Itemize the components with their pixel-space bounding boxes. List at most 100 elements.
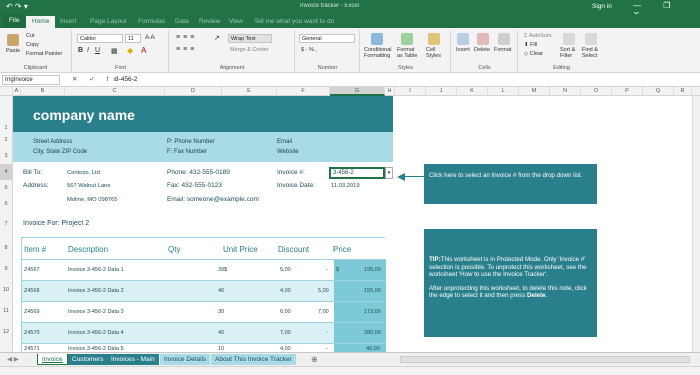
add-sheet-icon[interactable]: ⊕ xyxy=(307,354,322,365)
select-all-corner[interactable] xyxy=(0,87,13,96)
find-select-button[interactable]: Find & Select xyxy=(582,47,604,59)
quick-access-toolbar[interactable]: ↶ ↷ ▾ xyxy=(6,2,28,11)
row-header[interactable]: 2 xyxy=(0,132,13,148)
cell-item: Z4568 xyxy=(24,288,40,294)
column-header[interactable]: K xyxy=(457,87,488,96)
delete-cells-icon[interactable] xyxy=(477,33,489,45)
tab-review[interactable]: Review xyxy=(195,16,224,28)
autosum-button[interactable]: Σ AutoSum xyxy=(524,33,552,39)
sort-filter-icon[interactable] xyxy=(563,33,575,45)
align-top-icons[interactable]: ≡≡≡ xyxy=(176,34,197,41)
merge-center-button[interactable]: Merge & Center xyxy=(230,47,269,53)
column-header[interactable]: N xyxy=(550,87,581,96)
cell-discount: - xyxy=(326,267,328,273)
column-header-selected[interactable]: G xyxy=(330,87,385,96)
sheet-tab-invoice-details[interactable]: Invoice Details xyxy=(160,354,211,365)
conditional-formatting-icon[interactable] xyxy=(371,33,383,45)
column-header[interactable]: O xyxy=(581,87,612,96)
row-header[interactable]: 10 xyxy=(0,280,13,301)
row-header[interactable]: 8 xyxy=(0,237,13,259)
cell-styles-icon[interactable] xyxy=(428,33,440,45)
dropdown-tip-note[interactable]: Click here to select an Invoice # from t… xyxy=(424,164,597,204)
tab-file[interactable]: File xyxy=(3,14,26,28)
invoice-number-select[interactable]: 3-456-2 xyxy=(329,167,385,179)
protected-mode-tip-note[interactable]: TIP:This worksheet is in Protected Mode.… xyxy=(424,229,597,337)
column-header[interactable]: C xyxy=(65,87,165,96)
cell-styles-button[interactable]: Cell Styles xyxy=(426,47,448,59)
sign-in-link[interactable]: Sign in xyxy=(592,3,612,10)
format-as-table-icon[interactable] xyxy=(401,33,413,45)
font-size-select[interactable]: 11 xyxy=(125,34,141,43)
sheet-tab-about[interactable]: About This Invoice Tracker xyxy=(211,354,296,365)
vertical-scrollbar[interactable] xyxy=(692,96,700,352)
copy-button[interactable]: Copy xyxy=(26,42,39,48)
grow-font-icon[interactable]: A A xyxy=(145,34,155,41)
tab-insert[interactable]: Insert xyxy=(56,16,80,28)
sheet-tab-invoice[interactable]: Invoice xyxy=(37,354,68,365)
row-header[interactable]: 9 xyxy=(0,259,13,280)
name-box[interactable]: rngInvoice xyxy=(2,75,60,85)
insert-cells-icon[interactable] xyxy=(457,33,469,45)
wrap-text-button[interactable]: Wrap Text xyxy=(228,34,272,43)
sheet-tab-invoices-main[interactable]: Invoices - Main xyxy=(107,354,159,365)
column-header[interactable]: I xyxy=(395,87,426,96)
italic-button[interactable]: I xyxy=(87,47,89,54)
clear-button[interactable]: ◇ Clear xyxy=(524,51,543,57)
format-painter-button[interactable]: Format Painter xyxy=(26,51,62,57)
column-header[interactable]: J xyxy=(426,87,457,96)
tab-data[interactable]: Data xyxy=(171,16,193,28)
dropdown-arrow-icon[interactable]: ▾ xyxy=(385,167,393,179)
borders-icon[interactable]: ▦ xyxy=(111,47,118,55)
tab-page-layout[interactable]: Page Layout xyxy=(86,16,131,28)
column-header[interactable]: L xyxy=(488,87,519,96)
column-header[interactable]: Q xyxy=(643,87,674,96)
sort-filter-button[interactable]: Sort & Filter xyxy=(560,47,580,59)
row-header[interactable]: 6 xyxy=(0,196,13,212)
row-header[interactable]: 11 xyxy=(0,301,13,322)
number-format-select[interactable]: General xyxy=(299,34,355,43)
column-header[interactable]: H xyxy=(385,87,395,96)
row-header-selected[interactable]: 4 xyxy=(0,164,13,180)
row-header[interactable]: 5 xyxy=(0,180,13,196)
row-header[interactable]: 3 xyxy=(0,148,13,164)
tab-view[interactable]: View xyxy=(225,16,247,28)
column-header[interactable]: R xyxy=(674,87,692,96)
horizontal-scrollbar[interactable] xyxy=(400,356,690,363)
paste-icon[interactable] xyxy=(7,34,19,46)
column-header[interactable]: A xyxy=(13,87,21,96)
insert-cells-button[interactable]: Insert xyxy=(456,47,470,53)
tab-home[interactable]: Home xyxy=(26,16,56,28)
tell-me-search[interactable]: Tell me what you want to do xyxy=(250,16,338,28)
column-header[interactable]: E xyxy=(222,87,277,96)
column-header[interactable]: B xyxy=(21,87,65,96)
column-header[interactable]: D xyxy=(165,87,222,96)
row-header[interactable]: 1 xyxy=(0,96,13,132)
formula-input[interactable]: 3-456-2 xyxy=(115,76,137,83)
paste-button[interactable]: Paste xyxy=(6,48,20,54)
format-as-table-button[interactable]: Format as Table xyxy=(397,47,421,59)
tab-scroll-arrows-icon[interactable]: ◀ ▶ xyxy=(3,354,23,365)
font-name-select[interactable]: Calibri xyxy=(77,34,123,43)
find-select-icon[interactable] xyxy=(585,33,597,45)
underline-button[interactable]: U xyxy=(95,47,100,54)
format-cells-button[interactable]: Format xyxy=(494,47,511,53)
conditional-formatting-button[interactable]: Conditional Formatting xyxy=(364,47,394,59)
sheet-tab-customers[interactable]: Customers xyxy=(68,354,108,365)
column-header[interactable]: P xyxy=(612,87,643,96)
fill-button[interactable]: ⬇ Fill xyxy=(524,42,537,48)
align-left-icons[interactable]: ≡≡≡ xyxy=(176,46,197,53)
column-header[interactable]: F xyxy=(277,87,330,96)
cut-button[interactable]: Cut xyxy=(26,33,35,39)
currency-format-buttons[interactable]: $ - % , xyxy=(301,47,317,53)
font-color-icon[interactable]: A xyxy=(141,46,146,55)
row-header[interactable]: 7 xyxy=(0,212,13,237)
row-header[interactable]: 12 xyxy=(0,322,13,352)
bold-button[interactable]: B xyxy=(78,47,83,54)
column-header[interactable]: M xyxy=(519,87,550,96)
format-cells-icon[interactable] xyxy=(498,33,510,45)
fill-color-icon[interactable]: ◆ xyxy=(127,46,133,55)
orientation-icon[interactable]: ↗ xyxy=(214,34,220,42)
delete-cells-button[interactable]: Delete xyxy=(474,47,490,53)
tab-formulas[interactable]: Formulas xyxy=(134,16,169,28)
customer-phone: Phone: 432-555-0189 xyxy=(167,169,230,176)
